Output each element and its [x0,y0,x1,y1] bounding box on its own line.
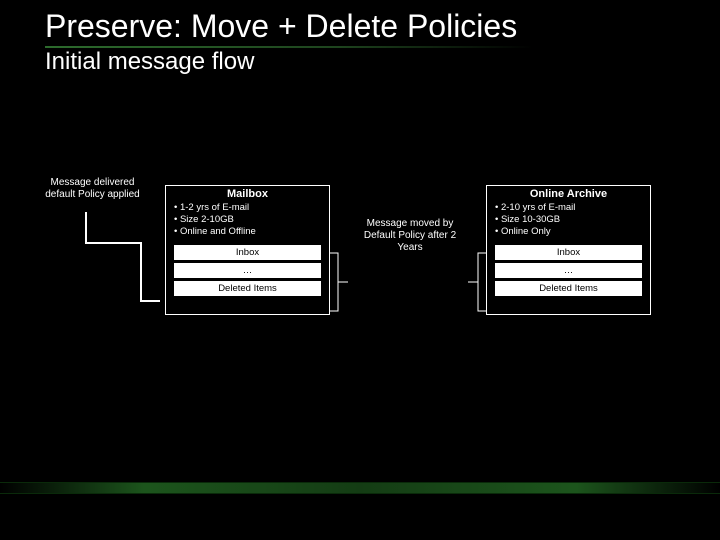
archive-row-blank: … [495,263,642,278]
mailbox-row-deleted: Deleted Items [174,281,321,296]
mailbox-bullets: • 1-2 yrs of E-mail • Size 2-10GB • Onli… [166,200,329,242]
connector-segment [140,300,160,302]
mailbox-bullet: • Size 2-10GB [174,214,321,226]
mailbox-bullet: • 1-2 yrs of E-mail [174,202,321,214]
archive-row-deleted: Deleted Items [495,281,642,296]
connector-segment [85,242,140,244]
mailbox-row-blank: … [174,263,321,278]
footer-stripe [0,482,720,494]
archive-bullet: • 2-10 yrs of E-mail [495,202,642,214]
archive-panel: Online Archive • 2-10 yrs of E-mail • Si… [486,185,651,315]
page-subtitle: Initial message flow [45,48,254,76]
archive-bullet: • Online Only [495,226,642,238]
page-title: Preserve: Move + Delete Policies [45,8,517,45]
connector-mailbox-to-archive [330,249,486,315]
connector-segment [140,242,142,300]
mailbox-panel: Mailbox • 1-2 yrs of E-mail • Size 2-10G… [165,185,330,315]
mailbox-row-inbox: Inbox [174,245,321,260]
archive-bullet: • Size 10-30GB [495,214,642,226]
connector-segment [85,212,87,242]
archive-bullets: • 2-10 yrs of E-mail • Size 10-30GB • On… [487,200,650,242]
label-message-delivered: Message delivered default Policy applied [35,177,150,201]
mailbox-bullet: • Online and Offline [174,226,321,238]
archive-row-inbox: Inbox [495,245,642,260]
mailbox-title: Mailbox [166,188,329,200]
archive-title: Online Archive [487,188,650,200]
